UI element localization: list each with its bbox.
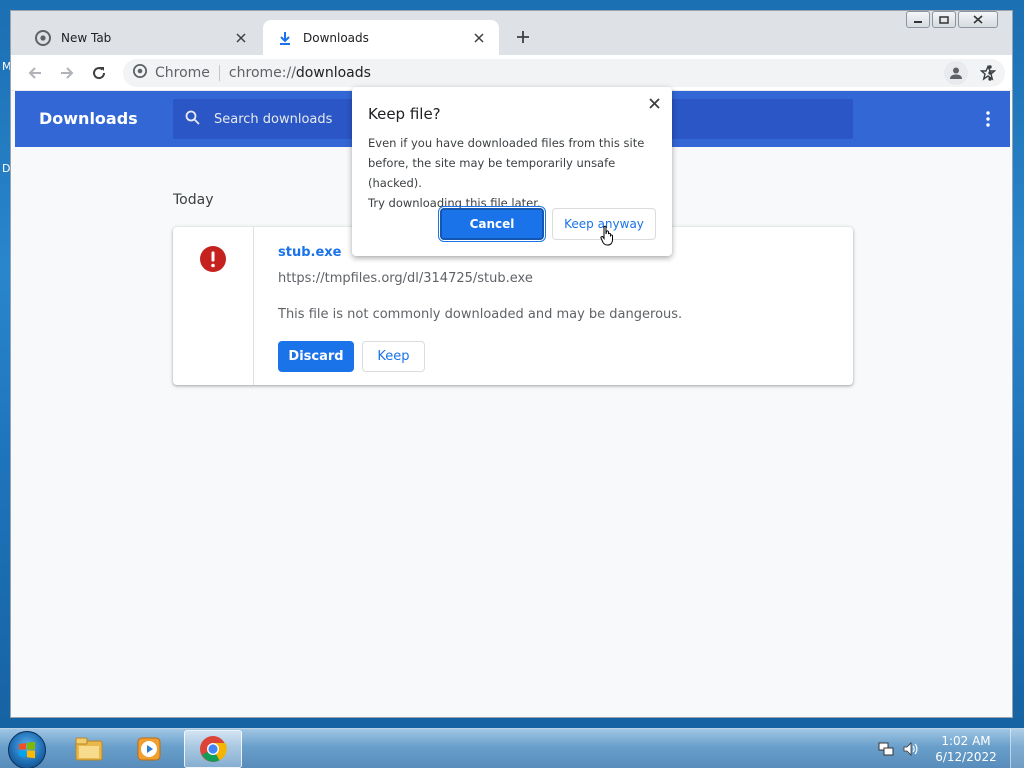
tab-new-tab[interactable]: New Tab [21,20,261,55]
omnibox-separator [218,65,220,81]
url-scheme: chrome:// [228,65,296,81]
volume-icon[interactable] [900,739,920,759]
start-button[interactable] [8,731,46,768]
tab-strip: New Tab Downloads [11,11,1012,55]
search-placeholder: Search downloads [214,111,333,127]
site-info-chip[interactable]: Chrome [133,64,210,82]
forward-button[interactable] [53,59,81,87]
dialog-message-line: before, the site may be temporarily unsa… [368,156,616,190]
taskbar-chrome[interactable] [184,730,242,768]
file-explorer-icon [75,737,103,761]
date-section-label: Today [173,192,214,208]
download-arrow-icon [277,30,293,46]
minimize-button[interactable] [906,11,930,28]
reload-button[interactable] [85,59,113,87]
maximize-button[interactable] [932,11,956,28]
site-chip-label: Chrome [155,65,210,81]
clock-date: 6/12/2022 [935,750,997,764]
person-icon [950,67,962,79]
tab-title: New Tab [61,30,112,45]
discard-button[interactable]: Discard [278,341,354,372]
windows-logo-icon [19,741,35,759]
dialog-title: Keep file? [368,105,441,123]
cancel-button[interactable]: Cancel [438,206,546,242]
taskbar-clock[interactable]: 1:02 AM 6/12/2022 [930,733,1002,765]
browser-menu-button[interactable] [978,61,1002,85]
hand-pointer-cursor-icon [600,225,613,246]
keep-file-dialog: Keep file? Even if you have downloaded f… [352,87,672,256]
chrome-icon [133,64,147,82]
taskbar-media-player[interactable] [120,730,178,768]
network-icon[interactable] [876,739,896,759]
kebab-menu-icon [988,65,992,81]
close-window-button[interactable] [958,11,998,28]
tab-downloads[interactable]: Downloads [263,20,499,55]
dialog-message: Even if you have downloaded files from t… [368,133,658,213]
close-dialog-icon[interactable] [644,93,664,113]
downloads-menu-button[interactable] [976,107,1000,131]
danger-warning-text: This file is not commonly downloaded and… [278,307,683,322]
back-button[interactable] [21,59,49,87]
address-bar[interactable]: Chrome chrome:// downloads [123,59,1005,87]
window-controls [906,11,998,28]
keep-button[interactable]: Keep [362,341,425,372]
dialog-message-line: Even if you have downloaded files from t… [368,136,645,150]
chrome-icon [200,736,227,762]
chrome-icon [35,29,51,46]
taskbar-file-explorer[interactable] [60,730,118,768]
close-tab-icon[interactable] [233,30,249,46]
download-item-icon-column [173,227,254,385]
taskbar: 1:02 AM 6/12/2022 [0,728,1024,768]
file-name-link[interactable]: stub.exe [278,245,341,260]
clock-time: 1:02 AM [941,734,991,748]
kebab-menu-icon [986,111,990,127]
tab-title: Downloads [303,30,369,45]
file-source-url: https://tmpfiles.org/dl/314725/stub.exe [278,271,533,286]
profile-avatar[interactable] [944,61,968,85]
new-tab-button[interactable] [511,25,535,49]
system-tray: 1:02 AM 6/12/2022 [876,729,1024,768]
browser-toolbar: Chrome chrome:// downloads [11,55,1012,91]
danger-warning-icon [200,246,226,272]
media-player-icon [137,737,161,761]
show-desktop-button[interactable] [1010,729,1024,768]
page-title: Downloads [39,109,138,128]
url-host: downloads [295,65,371,81]
close-tab-icon[interactable] [471,30,487,46]
search-icon [185,110,200,129]
